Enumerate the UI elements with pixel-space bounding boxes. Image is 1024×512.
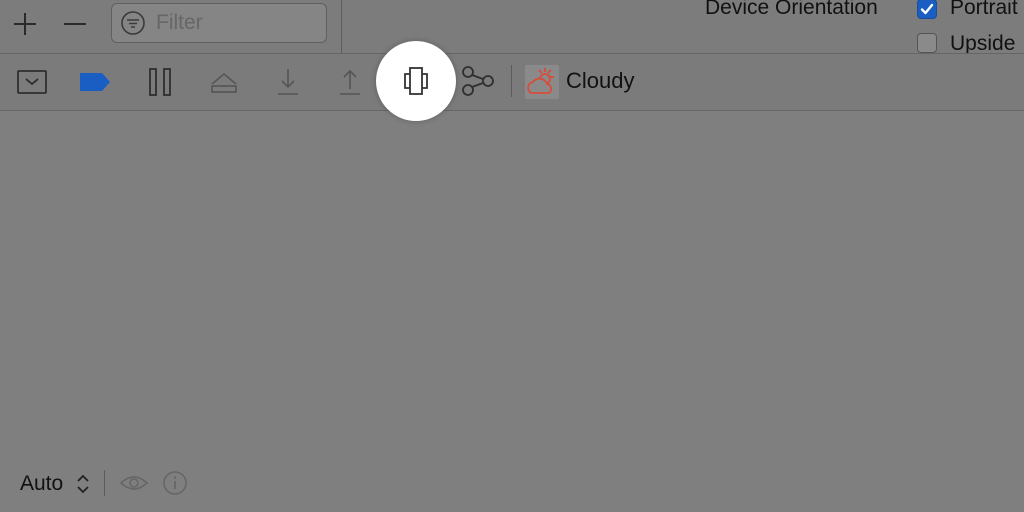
nodes-icon — [462, 66, 494, 96]
upload-icon — [340, 69, 360, 95]
tray-icon — [17, 70, 47, 94]
checkmark-icon — [920, 3, 934, 15]
eye-icon[interactable] — [119, 471, 149, 495]
remove-button[interactable] — [59, 8, 91, 40]
top-bar: Device Orientation Portrait Upside — [0, 0, 1024, 55]
plus-icon — [14, 13, 36, 35]
portrait-label: Portrait — [950, 0, 1018, 19]
upside-down-checkbox[interactable] — [917, 33, 937, 53]
tag-icon — [80, 73, 110, 91]
upload-button[interactable] — [330, 64, 370, 100]
pause-button[interactable] — [140, 64, 180, 100]
add-button[interactable] — [9, 8, 41, 40]
connections-button[interactable] — [458, 63, 498, 99]
bottom-bar: Auto — [0, 462, 1024, 512]
filter-field[interactable] — [111, 3, 327, 43]
canvas-area[interactable] — [0, 111, 1024, 462]
info-icon[interactable] — [162, 470, 188, 496]
component-view-icon — [404, 67, 428, 95]
scene-name-label: Cloudy — [566, 68, 635, 93]
device-orientation-label: Device Orientation — [705, 0, 878, 19]
cloudy-weather-icon — [525, 65, 559, 99]
download-icon — [278, 69, 298, 95]
outline-pane-header — [0, 0, 342, 53]
portrait-checkbox[interactable] — [917, 0, 937, 19]
minus-icon — [64, 23, 86, 25]
tag-button[interactable] — [75, 64, 115, 100]
filter-icon — [121, 11, 145, 35]
download-button[interactable] — [268, 64, 308, 100]
canvas-toolbar — [0, 53, 1024, 111]
filter-input[interactable] — [154, 10, 318, 36]
embed-in-view-button[interactable] — [12, 64, 52, 100]
component-view-button[interactable] — [396, 63, 436, 99]
zoom-popup-label[interactable]: Auto — [20, 472, 63, 496]
bottom-separator — [104, 470, 105, 496]
pause-icon — [149, 68, 171, 96]
stack-icon — [211, 72, 237, 93]
chevron-up-down-icon[interactable] — [76, 472, 90, 496]
stack-button[interactable] — [204, 64, 244, 100]
